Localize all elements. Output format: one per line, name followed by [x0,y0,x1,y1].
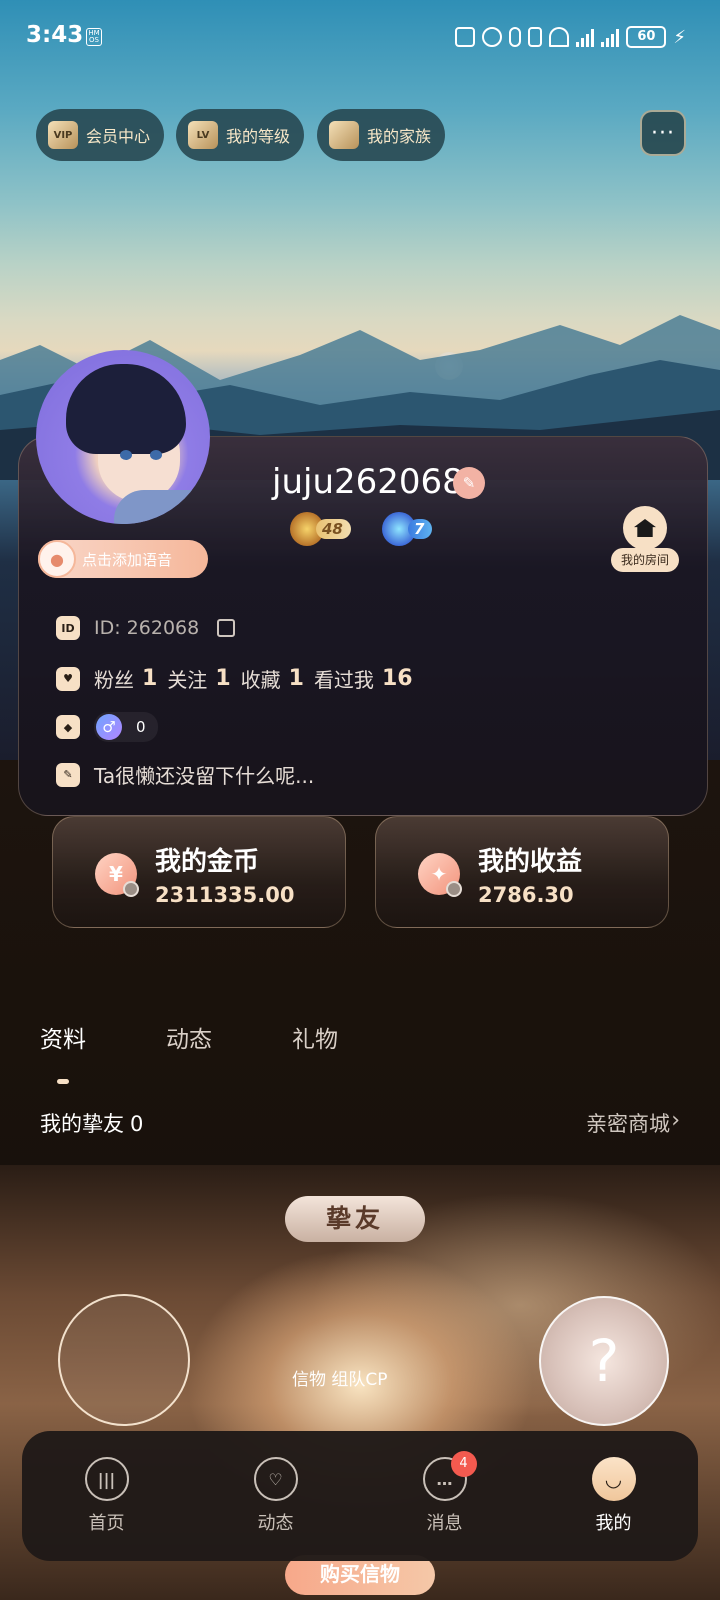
empty-friend-slot[interactable]: ? [539,1296,669,1426]
chevron-right-icon[interactable]: › [671,1108,680,1133]
my-family-label: 我的家族 [367,127,432,146]
copy-icon[interactable] [217,619,236,637]
bio-row[interactable]: ✎ Ta很懒还没留下什么呢... [56,760,314,789]
coin-dot-icon [123,881,139,897]
my-level-button[interactable]: LV 我的等级 [176,109,305,161]
level-badge-icon: LV [188,121,218,149]
best-friend-title: 挚友 [285,1196,425,1242]
charm-level-value: 7 [408,519,433,539]
favorites-count[interactable]: 1 [289,666,304,691]
vip-crown-icon: VIP [48,121,78,149]
unread-badge: 4 [450,1451,477,1477]
coins-card[interactable]: ¥ 我的金币 2311335.00 [52,816,346,928]
nav-home[interactable]: ||| 首页 [47,1457,167,1535]
age-value: 0 [136,718,146,736]
nav-moments-label: 动态 [257,1513,294,1534]
tags-row: ◆ ♂ 0 [56,712,158,742]
nav-home-label: 首页 [88,1513,125,1534]
following-count[interactable]: 1 [215,666,230,691]
smile-face-icon: ◡ [591,1457,636,1501]
home-sound-icon: ||| [84,1457,129,1501]
pulse-heart-icon: ♡ [253,1457,298,1501]
house-icon [623,506,667,550]
visitors-count[interactable]: 16 [382,666,413,691]
user-id: ID: 262068 [94,617,200,639]
id-row: ID ID: 262068 [56,616,236,640]
coins-value: 2311335.00 [155,883,295,907]
wealth-level-value: 48 [316,519,351,539]
hmos-icon: HM OS [86,28,102,46]
charging-icon: ⚡ [673,26,686,48]
vip-center-label: 会员中心 [86,127,151,146]
pencil-icon: ✎ [56,762,80,787]
nav-me-label: 我的 [595,1513,632,1534]
bluetooth-icon [509,27,522,47]
intimacy-shop-link[interactable]: 亲密商城 [586,1108,670,1138]
earnings-dot-icon [446,881,462,897]
heart-icon: ♥ [56,666,80,691]
following-label[interactable]: 关注 [167,664,207,693]
avatar-shirt [114,490,210,524]
edit-profile-icon[interactable]: ✎ [453,467,485,499]
my-slot[interactable] [58,1294,190,1426]
charm-level-badge[interactable]: 7 [382,512,433,546]
battery-icon: 60 [626,26,667,48]
more-options-button[interactable]: ··· [640,110,686,156]
profile-tabs: 资料 动态 礼物 [40,1020,338,1054]
vibrate-icon [528,27,543,47]
active-tab-indicator [57,1079,69,1084]
best-friends-count: 0 [130,1112,144,1136]
buy-token-button[interactable]: 购买信物 [285,1555,435,1595]
male-icon: ♂ [96,714,122,740]
family-shield-icon [329,121,359,149]
status-time: 3:43 [26,22,84,48]
status-bar: 3:43 HM OS 60 ⚡ [0,0,720,76]
status-icons: 60 ⚡ [455,26,686,48]
tab-profile[interactable]: 资料 [40,1020,86,1054]
my-room-button[interactable]: 我的房间 [611,506,679,576]
earnings-card[interactable]: ✦ 我的收益 2786.30 [375,816,669,928]
wifi-icon [549,27,570,47]
tab-gifts[interactable]: 礼物 [292,1020,338,1054]
best-friends-label: 我的挚友 [40,1112,124,1136]
signal-2-icon [601,27,620,47]
best-friends-header: 我的挚友 0 [40,1108,143,1138]
favorites-label[interactable]: 收藏 [241,664,281,693]
my-family-button[interactable]: 我的家族 [317,109,446,161]
coins-title: 我的金币 [155,847,260,877]
gender-age-chip: ♂ 0 [94,712,158,742]
add-voice-label: 点击添加语音 [82,550,173,569]
nav-me[interactable]: ◡ 我的 [554,1457,674,1535]
vip-center-button[interactable]: VIP 会员中心 [36,109,165,161]
alarm-icon [482,27,503,47]
avatar-hair [66,364,186,454]
avatar-eye-left [120,450,132,460]
bio-text: Ta很懒还没留下什么呢... [94,764,315,788]
nav-messages-label: 消息 [426,1513,463,1534]
bottom-navigation: ||| 首页 ♡ 动态 … 4 消息 ◡ 我的 [22,1431,698,1561]
my-level-label: 我的等级 [226,127,291,146]
best-friend-caption: 信物 组队CP [292,1370,388,1390]
microphone-icon: ● [38,540,76,578]
nav-moments[interactable]: ♡ 动态 [216,1457,336,1535]
tag-icon: ◆ [56,715,80,739]
fans-label[interactable]: 粉丝 [94,664,134,693]
wealth-level-badge[interactable]: 48 [290,512,351,546]
my-room-label: 我的房间 [611,548,679,572]
add-voice-button[interactable]: ● 点击添加语音 [38,540,208,578]
nfc-icon [455,27,476,47]
stats-list: 粉丝 1 关注 1 收藏 1 看过我 16 [94,664,423,693]
visitors-label[interactable]: 看过我 [314,664,374,693]
signal-icon [576,27,595,47]
nav-messages[interactable]: … 4 消息 [385,1451,505,1535]
avatar[interactable] [36,350,210,524]
id-icon: ID [56,616,80,640]
username: juju262068 [272,462,464,502]
fans-count[interactable]: 1 [142,666,157,691]
earnings-value: 2786.30 [478,883,574,907]
avatar-eye-right [150,450,162,460]
stats-row: ♥ 粉丝 1 关注 1 收藏 1 看过我 16 [56,664,423,693]
earnings-title: 我的收益 [478,847,583,877]
tab-moments[interactable]: 动态 [166,1020,212,1054]
